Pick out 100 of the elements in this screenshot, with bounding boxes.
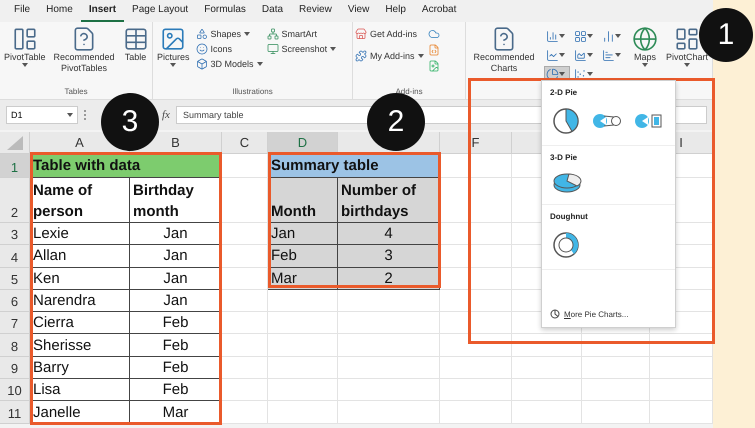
pie-3d-icon[interactable] xyxy=(552,172,582,194)
row-header[interactable]: 8 xyxy=(0,334,30,357)
ribbon-button[interactable]: PivotChart xyxy=(664,26,710,67)
ribbon-tab[interactable]: Page Layout xyxy=(124,4,196,22)
empty-cell[interactable] xyxy=(440,356,512,380)
column-header[interactable]: F xyxy=(472,135,480,150)
table-cell-text: Jan xyxy=(271,224,296,244)
pivot-chart-icon xyxy=(674,26,700,52)
row-header[interactable]: 10 xyxy=(0,379,30,402)
empty-cell[interactable] xyxy=(268,401,338,424)
table-cell-text: Lexie xyxy=(33,224,69,244)
table-cell-text: Jan xyxy=(163,224,188,244)
column-heading: Month xyxy=(271,202,316,222)
caret-icon xyxy=(684,63,690,67)
ribbon-tab[interactable]: Formulas xyxy=(196,4,254,22)
ribbon-tab[interactable]: Data xyxy=(254,4,292,22)
section-title: 3-D Pie xyxy=(550,153,578,162)
empty-cell[interactable] xyxy=(582,356,650,380)
empty-cell[interactable] xyxy=(512,379,582,402)
table-cell-text: Sherisse xyxy=(33,336,92,356)
empty-cell[interactable] xyxy=(268,334,338,357)
ribbon-button[interactable]: Table xyxy=(120,26,151,63)
empty-cell[interactable] xyxy=(650,401,713,424)
table-cell-text: Feb xyxy=(271,246,297,266)
ribbon-button[interactable]: PivotTable xyxy=(2,26,48,67)
caret-icon xyxy=(256,62,263,66)
column-header[interactable]: D xyxy=(298,134,308,150)
empty-cell[interactable] xyxy=(582,334,650,357)
empty-cell[interactable] xyxy=(268,379,338,402)
row-header[interactable]: 3 xyxy=(0,223,30,246)
pie-chart-icon xyxy=(546,68,559,80)
table-title: Table with data xyxy=(33,156,140,176)
table-cell-text: Jan xyxy=(163,246,188,266)
empty-cell[interactable] xyxy=(268,356,338,380)
empty-cell[interactable] xyxy=(512,334,582,357)
row-header[interactable]: 2 xyxy=(0,178,30,223)
ribbon-button[interactable]: 3D Models xyxy=(196,58,263,70)
empty-cell[interactable] xyxy=(268,290,338,312)
section-title: Doughnut xyxy=(550,212,588,221)
row-header[interactable]: 5 xyxy=(0,268,30,290)
select-all-icon[interactable] xyxy=(6,136,22,150)
row-header[interactable]: 11 xyxy=(0,401,30,424)
ribbon-tab[interactable]: Help xyxy=(377,4,414,22)
empty-cell[interactable] xyxy=(338,290,440,312)
ribbon-button[interactable]: Recommended Charts xyxy=(468,26,540,74)
empty-cell[interactable] xyxy=(512,401,582,424)
pie-of-pie-icon[interactable] xyxy=(592,113,622,129)
empty-cell[interactable] xyxy=(440,312,512,334)
empty-cell[interactable] xyxy=(338,356,440,380)
column-header[interactable]: C xyxy=(240,135,250,150)
row-header[interactable]: 9 xyxy=(0,356,30,380)
doughnut-chart-icon[interactable] xyxy=(552,231,580,259)
ribbon-button[interactable]: Maps xyxy=(630,26,660,67)
empty-cell[interactable] xyxy=(440,401,512,424)
empty-cell[interactable] xyxy=(650,379,713,402)
empty-cell[interactable] xyxy=(338,334,440,357)
bar-of-pie-icon[interactable] xyxy=(634,113,664,129)
row-header[interactable]: 1 xyxy=(0,154,30,178)
ribbon-button[interactable]: Get Add-ins xyxy=(355,28,424,40)
ribbon-button[interactable]: Pictures xyxy=(155,26,192,67)
caret-icon xyxy=(330,47,336,51)
empty-cell[interactable] xyxy=(338,401,440,424)
ribbon-button[interactable]: My Add-ins xyxy=(355,50,424,62)
column-header[interactable]: I xyxy=(679,135,683,150)
row-header[interactable]: 7 xyxy=(0,312,30,334)
ribbon-button[interactable]: SmartArt xyxy=(266,28,336,40)
row-header[interactable]: 6 xyxy=(0,290,30,312)
empty-cell[interactable] xyxy=(650,356,713,380)
more-charts-link[interactable]: More Pie Charts... xyxy=(542,301,675,327)
ribbon-tab[interactable]: Review xyxy=(291,4,340,22)
empty-cell[interactable] xyxy=(440,379,512,402)
ribbon-tab[interactable]: Acrobat xyxy=(414,4,464,22)
empty-cell[interactable] xyxy=(440,334,512,357)
caret-icon xyxy=(586,53,593,57)
function-label[interactable]: fx xyxy=(162,109,170,121)
empty-cell[interactable] xyxy=(512,356,582,380)
ribbon-tab[interactable]: View xyxy=(340,4,378,22)
ribbon-tab[interactable]: File xyxy=(6,4,38,22)
ribbon-button[interactable]: Icons xyxy=(196,43,263,55)
image-file-icon xyxy=(428,60,440,72)
empty-cell[interactable] xyxy=(268,312,338,334)
document-icon xyxy=(428,44,440,56)
empty-cell[interactable] xyxy=(582,379,650,402)
row-header[interactable]: 4 xyxy=(0,245,30,268)
cloud-icon xyxy=(428,28,440,40)
empty-cell[interactable] xyxy=(440,290,512,312)
ribbon-button[interactable]: Screenshot xyxy=(266,43,336,55)
pie-chart-icon[interactable] xyxy=(552,107,580,135)
ribbon-button[interactable]: Recommended PivotTables xyxy=(52,26,117,74)
table-cell-text: Feb xyxy=(162,358,188,378)
ribbon-tab[interactable]: Home xyxy=(38,4,81,22)
column-header[interactable]: B xyxy=(171,135,180,150)
table-cell-text: 3 xyxy=(384,246,393,266)
empty-cell[interactable] xyxy=(338,312,440,334)
empty-cell[interactable] xyxy=(582,401,650,424)
table-cell-text: Feb xyxy=(162,313,188,334)
ribbon-button[interactable]: Shapes xyxy=(196,28,263,40)
column-header[interactable]: A xyxy=(75,135,84,150)
name-box[interactable]: D1 xyxy=(6,106,78,124)
empty-cell[interactable] xyxy=(338,379,440,402)
